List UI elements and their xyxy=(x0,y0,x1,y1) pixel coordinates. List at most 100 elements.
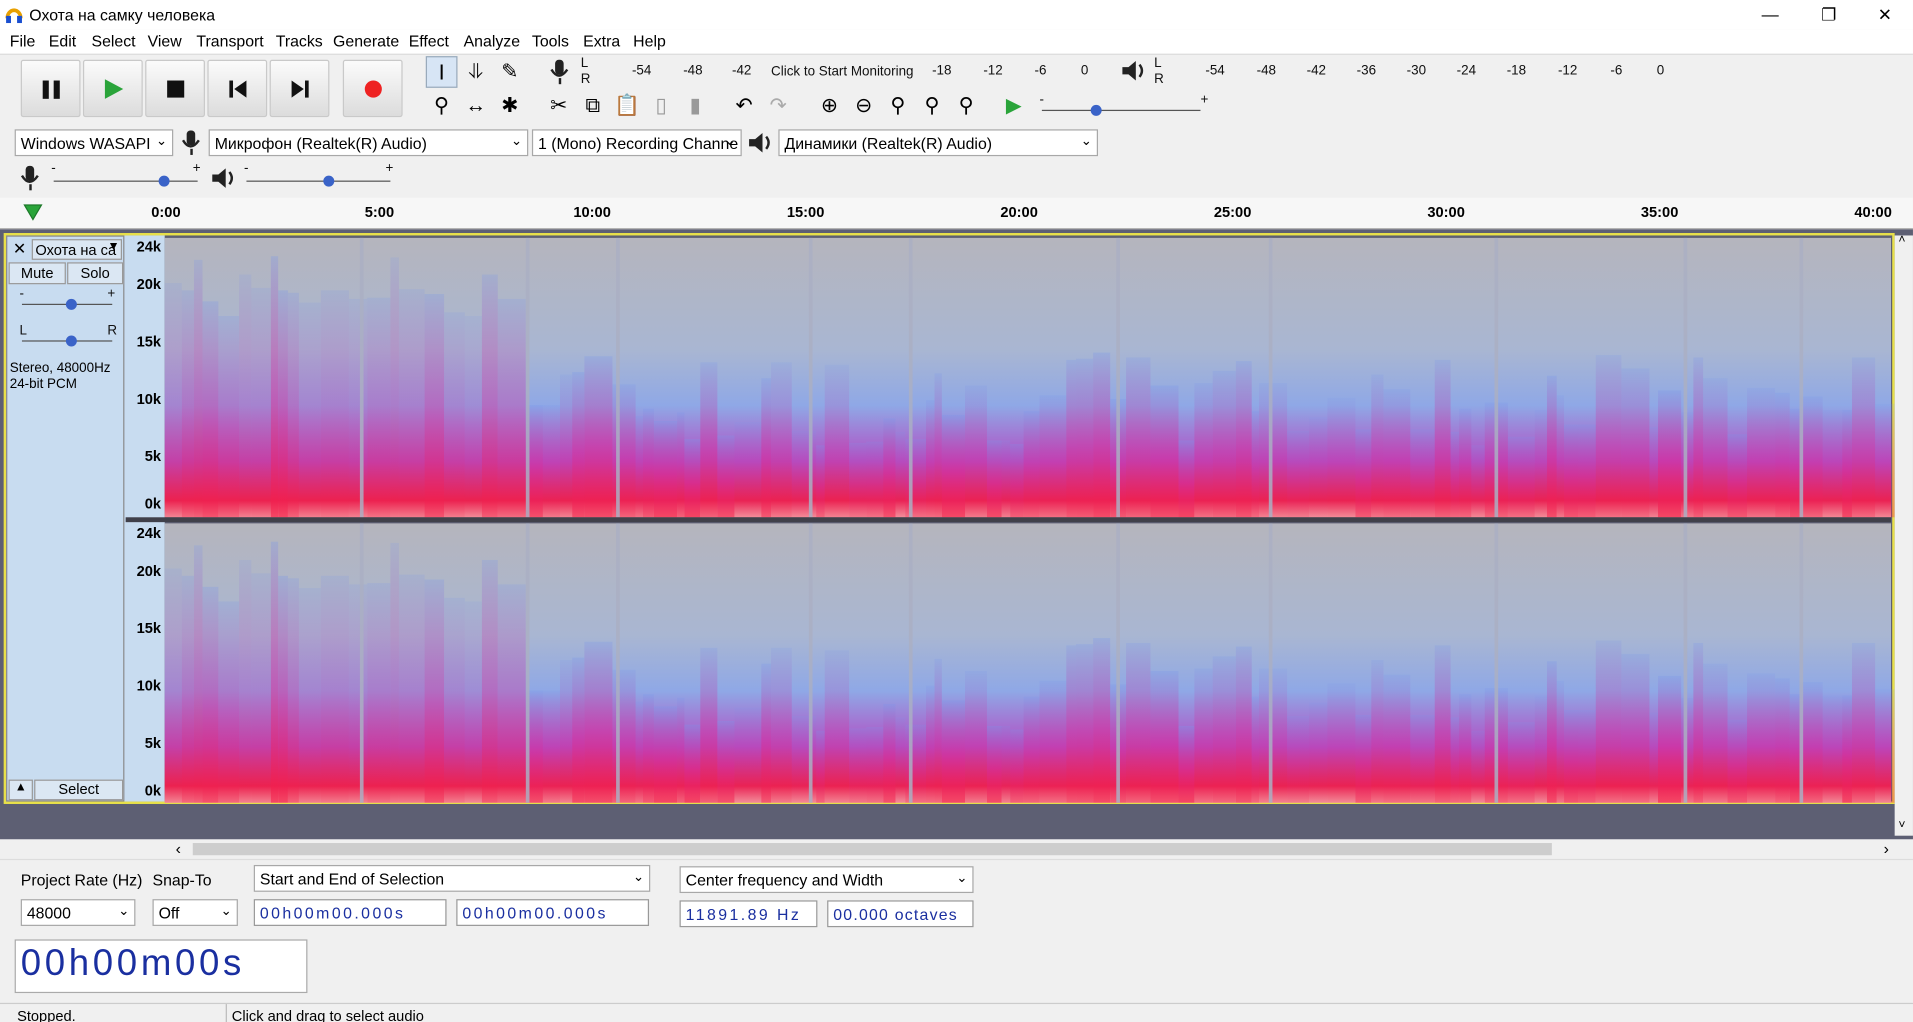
menu-edit[interactable]: Edit xyxy=(49,32,76,50)
spectrogram-column xyxy=(181,576,194,803)
timeshift-tool[interactable]: ↔ xyxy=(460,90,492,122)
recording-volume-slider[interactable]: - + xyxy=(49,161,203,190)
slider-thumb[interactable] xyxy=(323,175,335,187)
timeline-ruler[interactable]: 0:00 5:00 10:00 15:00 20:00 25:00 30:00 … xyxy=(0,197,1913,230)
zoom-tool[interactable]: ⚲ xyxy=(426,90,458,122)
skip-start-button[interactable] xyxy=(207,59,268,118)
maximize-button[interactable]: ❐ xyxy=(1801,2,1857,26)
play-head-icon[interactable] xyxy=(22,203,44,223)
selection-start-time[interactable]: 00h00m00.000s xyxy=(253,899,447,926)
multi-tool[interactable]: ✱ xyxy=(494,90,526,122)
menu-transport[interactable]: Transport xyxy=(196,32,263,50)
spectrogram-column xyxy=(1235,646,1252,803)
track-select-button[interactable]: Select xyxy=(34,779,124,801)
spectrogram-column xyxy=(771,647,792,803)
playback-device-select[interactable]: Динамики (Realtek(R) Audio) ⌄ xyxy=(778,129,1098,157)
scroll-left-icon[interactable]: ‹ xyxy=(176,839,181,857)
menu-select[interactable]: Select xyxy=(92,32,136,50)
scroll-up-icon[interactable]: ˄ xyxy=(1898,233,1905,246)
close-button[interactable]: ✕ xyxy=(1857,2,1913,26)
menu-effect[interactable]: Effect xyxy=(409,32,449,50)
track-name-menu[interactable]: Охота на са ▼ xyxy=(31,239,122,260)
scroll-right-icon[interactable]: › xyxy=(1884,839,1889,857)
selection-end-time[interactable]: 00h00m00.000s xyxy=(456,899,650,926)
spectrogram-left-channel[interactable] xyxy=(164,237,1901,518)
play-meter-speaker-icon[interactable] xyxy=(1120,57,1147,84)
snap-to-select[interactable]: Off ⌄ xyxy=(152,899,238,926)
spectrogram-column xyxy=(584,356,613,518)
zoom-toggle-button[interactable]: ⚲ xyxy=(950,90,982,122)
selection-tool[interactable]: Ⅰ xyxy=(425,56,458,88)
redo-button[interactable]: ↷ xyxy=(763,90,795,122)
play-at-speed-button[interactable]: ▶ xyxy=(998,90,1030,122)
menu-tracks[interactable]: Tracks xyxy=(276,32,323,50)
slider-thumb[interactable] xyxy=(1090,104,1102,116)
spectrogram-column xyxy=(348,298,368,518)
close-track-icon[interactable]: ✕ xyxy=(10,239,30,259)
menu-help[interactable]: Help xyxy=(633,32,666,50)
scroll-down-icon[interactable]: ˅ xyxy=(1898,819,1905,832)
solo-button[interactable]: Solo xyxy=(67,262,124,285)
trim-button[interactable]: ▯ xyxy=(645,90,677,122)
vertical-scrollbar[interactable]: ˄ ˅ xyxy=(1894,233,1913,836)
menu-generate[interactable]: Generate xyxy=(333,32,399,50)
copy-button[interactable]: ⧉ xyxy=(577,90,609,122)
center-frequency-field[interactable]: 11891.89 Hz xyxy=(679,900,818,928)
play-button[interactable] xyxy=(82,59,143,118)
paste-button[interactable]: 📋 xyxy=(611,90,643,122)
spectrogram-column xyxy=(287,577,299,803)
collapse-track-icon[interactable]: ▲ xyxy=(8,779,33,801)
menu-analyze[interactable]: Analyze xyxy=(464,32,520,50)
selection-mode-select[interactable]: Start and End of Selection ⌄ xyxy=(253,864,651,892)
zoom-in-button[interactable]: ⊕ xyxy=(814,90,846,122)
spectrogram-column xyxy=(251,287,271,518)
spectrogram-column xyxy=(584,642,613,803)
spectrogram-column xyxy=(866,441,884,518)
menu-view[interactable]: View xyxy=(148,32,182,50)
silence-button[interactable]: ▮ xyxy=(680,90,712,122)
minimize-button[interactable]: — xyxy=(1742,2,1798,26)
channels-select[interactable]: 1 (Mono) Recording Channe ⌄ xyxy=(531,129,742,157)
record-meter[interactable]: -54 -48 -42 Click to Start Monitoring -1… xyxy=(593,59,1096,86)
spectrogram-column xyxy=(1371,375,1384,518)
ruler-label: 40:00 xyxy=(1854,203,1892,221)
recording-device-select[interactable]: Микрофон (Realtek(R) Audio) ⌄ xyxy=(208,129,529,157)
scrollbar-thumb[interactable] xyxy=(192,843,1552,856)
draw-tool[interactable]: ✎ xyxy=(494,56,526,88)
pan-slider-thumb[interactable] xyxy=(65,335,77,347)
spectrogram-column xyxy=(464,600,482,803)
project-rate-select[interactable]: 48000 ⌄ xyxy=(20,899,136,926)
fit-project-button[interactable]: ⚲ xyxy=(916,90,948,122)
spectrogram-column xyxy=(1471,730,1485,803)
spectrogram-right-channel[interactable] xyxy=(164,523,1901,803)
stop-button[interactable] xyxy=(145,59,205,118)
record-meter-mic-icon[interactable] xyxy=(549,57,571,86)
playback-meter[interactable]: -54 -48 -42 -36 -30 -24 -18 -12 -6 0 xyxy=(1166,59,1671,86)
spectrogram-column xyxy=(761,663,772,803)
skip-end-button[interactable] xyxy=(269,59,330,118)
undo-button[interactable]: ↶ xyxy=(728,90,760,122)
record-button[interactable] xyxy=(342,59,403,118)
menu-tools[interactable]: Tools xyxy=(532,32,569,50)
menu-file[interactable]: File xyxy=(10,32,36,50)
pause-button[interactable] xyxy=(20,59,81,118)
spectrogram-column xyxy=(1842,695,1852,803)
audio-host-select[interactable]: Windows WASAPI ⌄ xyxy=(14,129,174,157)
mute-button[interactable]: Mute xyxy=(8,262,66,285)
spectrogram-column xyxy=(941,699,966,803)
slider-thumb[interactable] xyxy=(158,175,170,187)
fit-selection-button[interactable]: ⚲ xyxy=(882,90,914,122)
zoom-out-button[interactable]: ⊖ xyxy=(848,90,880,122)
gain-slider[interactable]: - + xyxy=(17,287,117,311)
time-display[interactable]: 00h00m00s xyxy=(14,939,308,994)
spectral-selection-mode-select[interactable]: Center frequency and Width ⌄ xyxy=(679,866,974,894)
play-speed-slider[interactable]: - + xyxy=(1037,93,1208,119)
horizontal-scrollbar[interactable]: ‹ › xyxy=(0,839,1913,859)
playback-volume-slider[interactable]: - + xyxy=(242,161,398,190)
cut-button[interactable]: ✂ xyxy=(543,90,575,122)
bandwidth-field[interactable]: 00.000 octaves xyxy=(827,900,974,928)
menu-extra[interactable]: Extra xyxy=(583,32,620,50)
gain-slider-thumb[interactable] xyxy=(65,298,77,310)
envelope-tool[interactable]: ⥥ xyxy=(460,56,492,88)
pan-slider[interactable]: L R xyxy=(17,323,117,348)
